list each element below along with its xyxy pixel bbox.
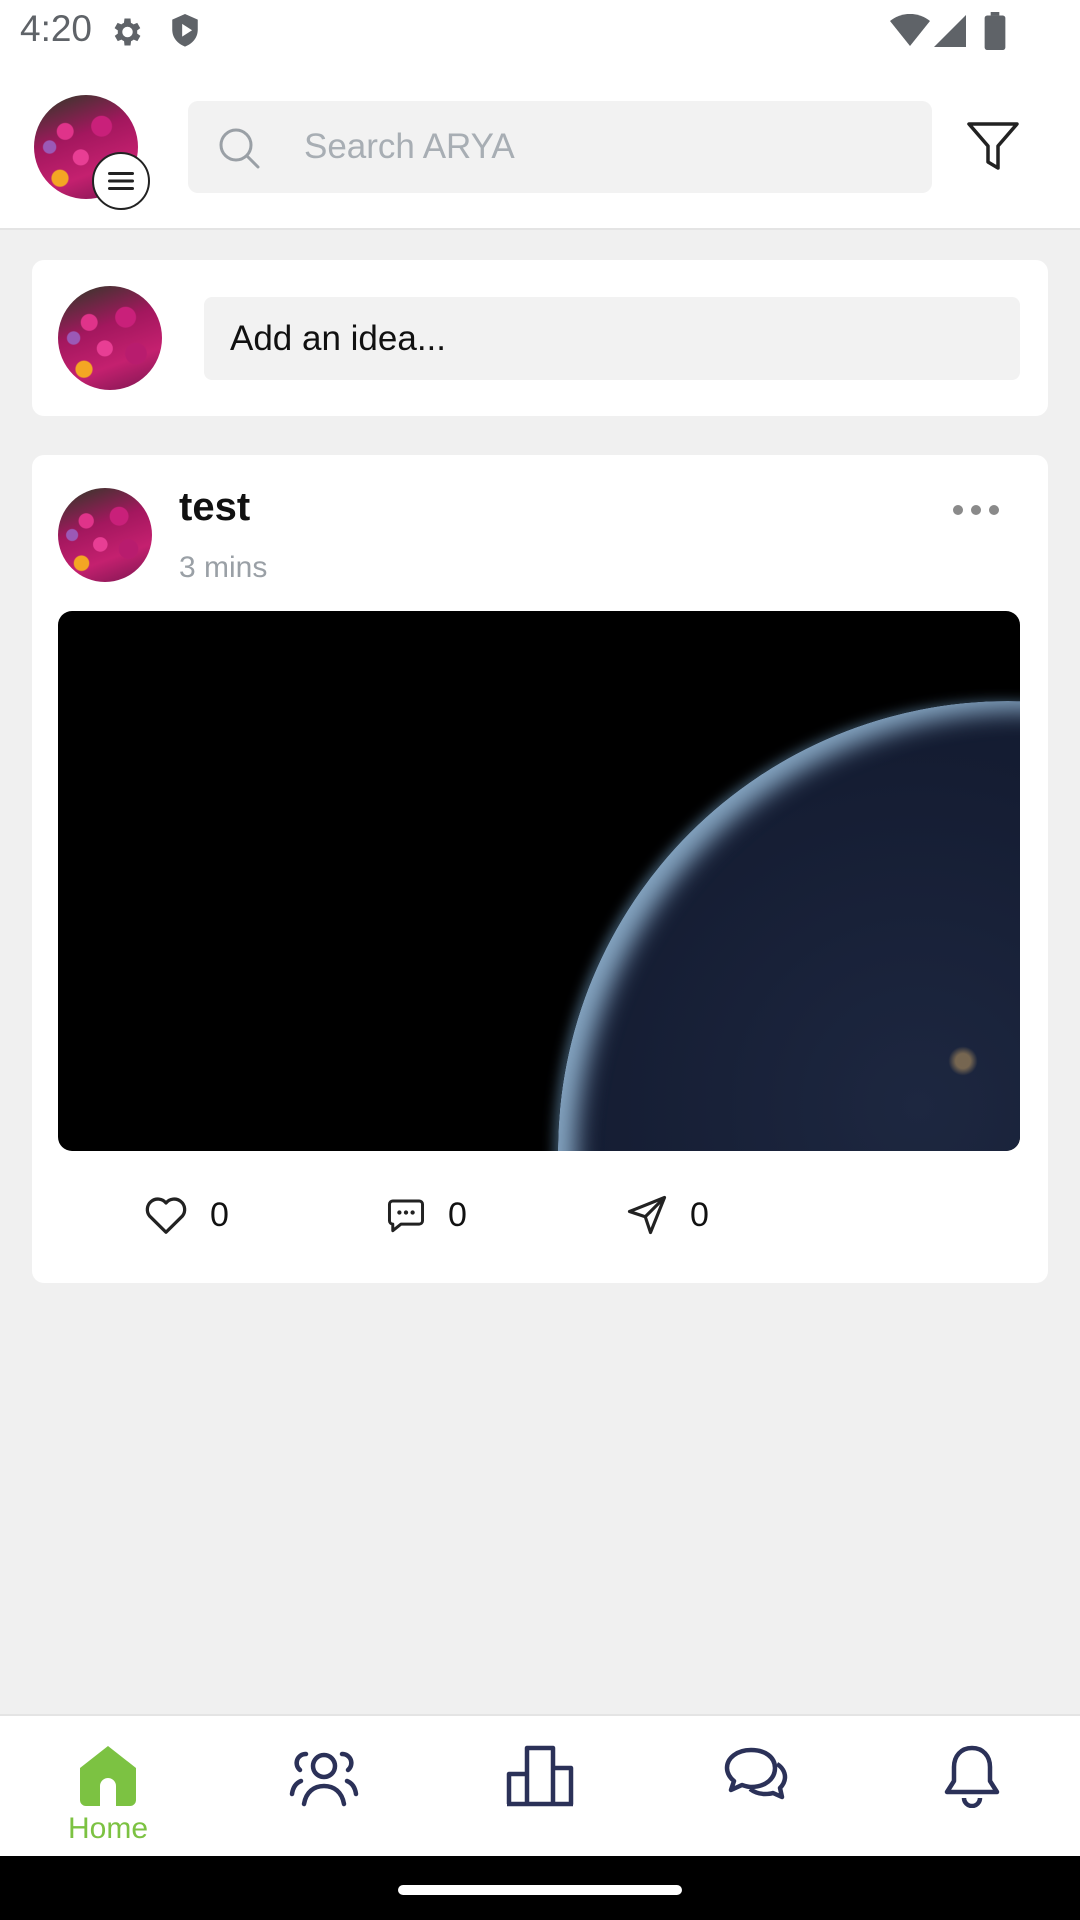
search-bar[interactable]: [188, 101, 932, 193]
home-icon: [80, 1746, 136, 1806]
people-icon: [289, 1751, 359, 1807]
nav-chat[interactable]: [648, 1716, 864, 1858]
settings-icon: [108, 14, 144, 55]
home-gesture-handle[interactable]: [398, 1885, 682, 1895]
heart-icon: [145, 1197, 187, 1234]
nav-notifications[interactable]: [864, 1716, 1080, 1858]
top-app-bar: [0, 62, 1080, 230]
signal-icon: [934, 14, 966, 53]
nav-people[interactable]: [216, 1716, 432, 1858]
shield-icon: [168, 12, 202, 55]
search-input[interactable]: [302, 101, 902, 193]
send-icon: [627, 1195, 667, 1235]
profile-menu-button[interactable]: [34, 95, 150, 211]
post-image[interactable]: [58, 611, 1020, 1151]
stats-icon: [506, 1745, 574, 1807]
compose-card: Add an idea...: [32, 260, 1048, 416]
system-navigation-bar: [0, 1856, 1080, 1920]
search-icon: [218, 127, 260, 174]
comment-button[interactable]: 0: [386, 1190, 467, 1240]
like-button[interactable]: 0: [144, 1190, 229, 1240]
comment-icon: [387, 1199, 425, 1233]
nav-stats[interactable]: [432, 1716, 648, 1858]
nav-home[interactable]: Home: [0, 1716, 216, 1858]
add-idea-input[interactable]: Add an idea...: [204, 297, 1020, 380]
comment-count: 0: [448, 1195, 467, 1234]
post-card: test 3 mins 0 0 0: [32, 455, 1048, 1283]
post-timestamp: 3 mins: [179, 551, 268, 584]
bottom-navigation: Home: [0, 1714, 1080, 1856]
menu-icon: [92, 152, 150, 210]
battery-icon: [984, 12, 1006, 55]
more-icon[interactable]: [952, 503, 1000, 522]
share-button[interactable]: 0: [626, 1190, 709, 1240]
post-author-avatar[interactable]: [58, 488, 152, 582]
nav-home-label: Home: [67, 1812, 149, 1845]
chat-icon: [724, 1747, 788, 1800]
share-count: 0: [690, 1195, 709, 1234]
filter-icon[interactable]: [966, 120, 1020, 179]
earth-image: [558, 701, 1020, 1151]
like-count: 0: [210, 1195, 229, 1234]
avatar: [58, 286, 162, 390]
status-time: 4:20: [20, 8, 93, 49]
bell-icon: [944, 1745, 1000, 1808]
status-bar: 4:20: [0, 0, 1080, 62]
wifi-icon: [890, 13, 930, 53]
post-author-name[interactable]: test: [179, 485, 250, 530]
